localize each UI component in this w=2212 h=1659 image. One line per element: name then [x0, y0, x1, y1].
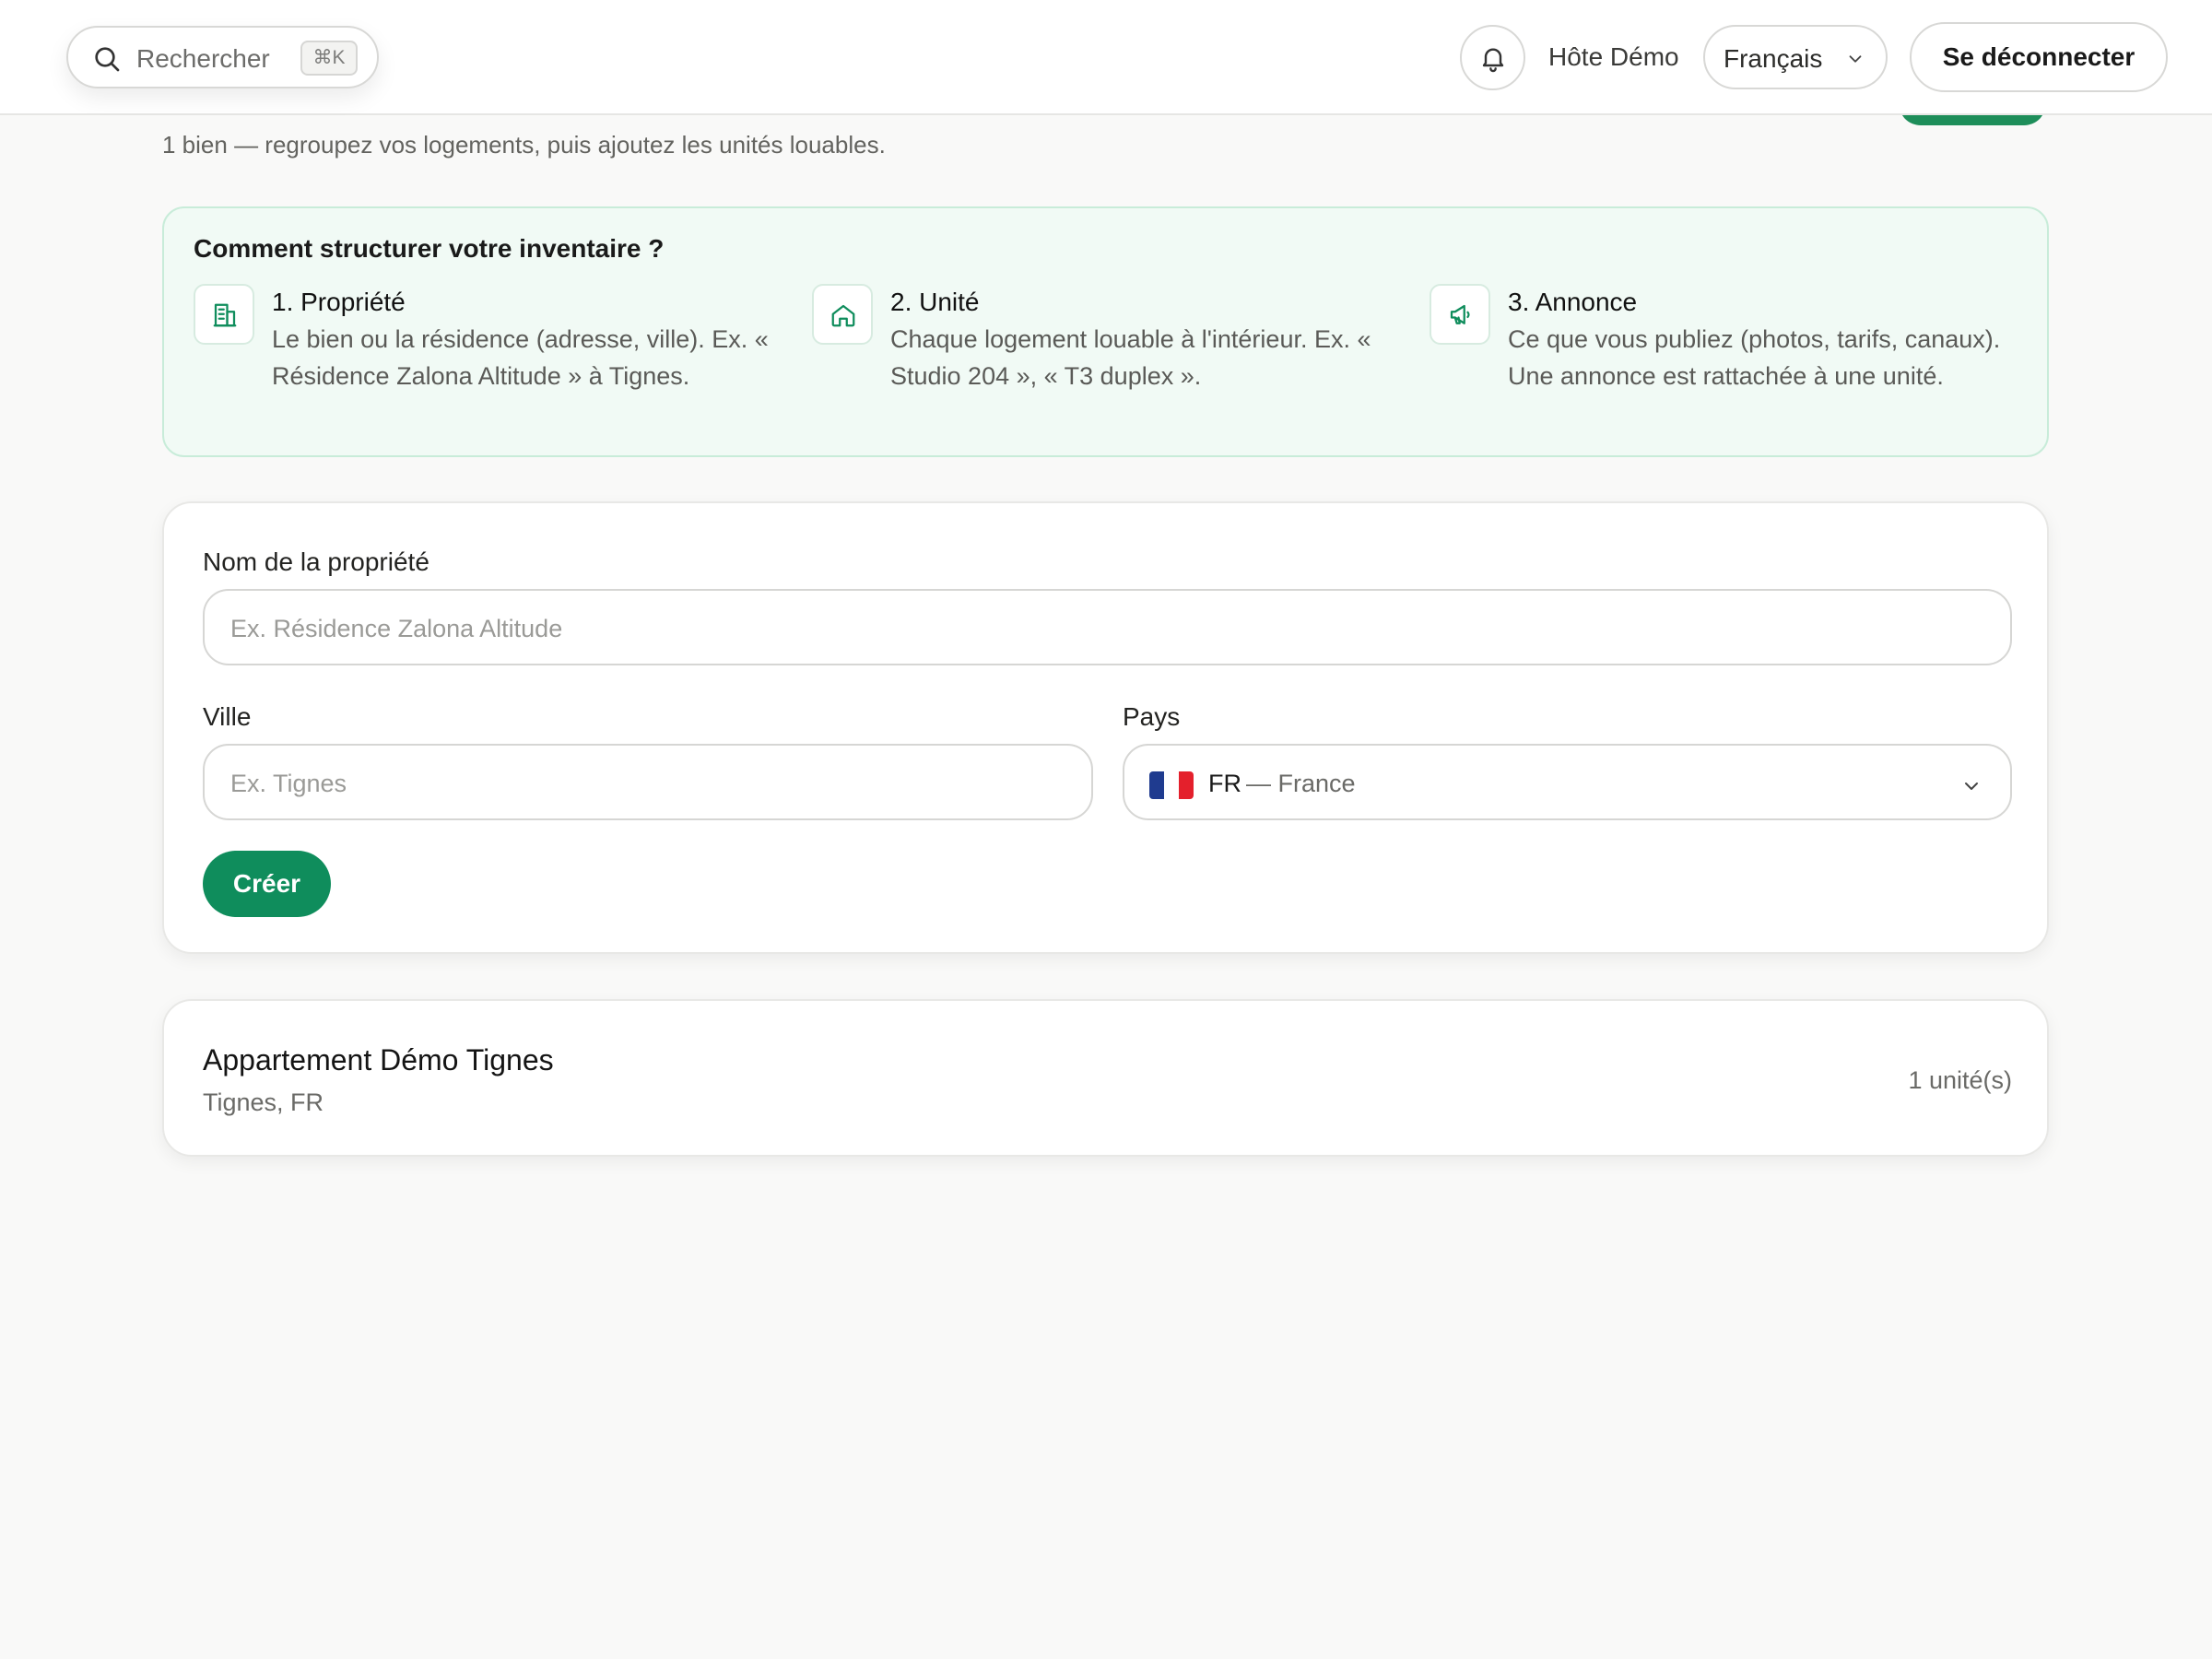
search-box[interactable]: Rechercher ⌘K	[66, 26, 379, 88]
page-subtitle: 1 bien — regroupez vos logements, puis a…	[162, 131, 886, 159]
home-icon	[831, 304, 855, 327]
city-input[interactable]: Ex. Tignes	[203, 744, 1093, 820]
step-description: Ce que vous publiez (photos, tarifs, can…	[1508, 325, 2001, 390]
step-description: Chaque logement louable à l'intérieur. E…	[890, 325, 1371, 390]
megaphone-icon	[1450, 304, 1470, 324]
create-button[interactable]: Créer	[203, 851, 331, 917]
property-name-label: Nom de la propriété	[203, 547, 429, 576]
country-select[interactable]: FR — France	[1123, 744, 2012, 820]
search-placeholder: Rechercher	[136, 44, 270, 73]
step-title: 2. Unité	[890, 288, 980, 316]
notifications-button[interactable]	[1460, 25, 1525, 90]
create-property-form: Nom de la propriété Ex. Résidence Zalona…	[162, 501, 2049, 954]
property-list-item[interactable]: Appartement Démo Tignes Tignes, FR 1 uni…	[162, 999, 2049, 1157]
chevron-down-icon	[1965, 782, 1978, 790]
property-name-placeholder: Ex. Résidence Zalona Altitude	[230, 615, 563, 642]
guide-title: Comment structurer votre inventaire ?	[194, 234, 665, 263]
search-shortcut-badge: ⌘K	[300, 41, 358, 76]
chevron-down-icon	[1849, 55, 1862, 63]
property-name: Appartement Démo Tignes	[203, 1043, 554, 1077]
language-label: Français	[1724, 44, 1823, 73]
language-select[interactable]: Français	[1703, 25, 1888, 89]
step-title: 3. Annonce	[1508, 288, 1638, 316]
top-bar: Rechercher ⌘K Hôte Démo Français Se déco…	[0, 0, 2212, 115]
bell-icon	[1482, 48, 1504, 73]
building-icon	[213, 303, 237, 327]
user-name: Hôte Démo	[1548, 42, 1679, 71]
country-label: Pays	[1123, 702, 1181, 731]
property-location: Tignes, FR	[203, 1088, 324, 1116]
logout-button[interactable]: Se déconnecter	[1910, 22, 2168, 92]
search-icon	[95, 47, 120, 72]
inventory-guide: Comment structurer votre inventaire ? 1.…	[162, 206, 2049, 457]
property-unit-count: 1 unité(s)	[1908, 1066, 2012, 1094]
step-icon-tile	[812, 284, 873, 345]
france-flag-icon	[1149, 771, 1194, 799]
step-title: 1. Propriété	[272, 288, 406, 316]
city-placeholder: Ex. Tignes	[230, 770, 347, 797]
city-label: Ville	[203, 702, 252, 731]
property-name-input[interactable]: Ex. Résidence Zalona Altitude	[203, 589, 2012, 665]
step-description: Le bien ou la résidence (adresse, ville)…	[272, 325, 769, 390]
step-icon-tile	[194, 284, 254, 345]
country-name: — France	[1246, 770, 1356, 797]
country-code: FR	[1208, 770, 1241, 797]
step-icon-tile	[1430, 284, 1490, 345]
